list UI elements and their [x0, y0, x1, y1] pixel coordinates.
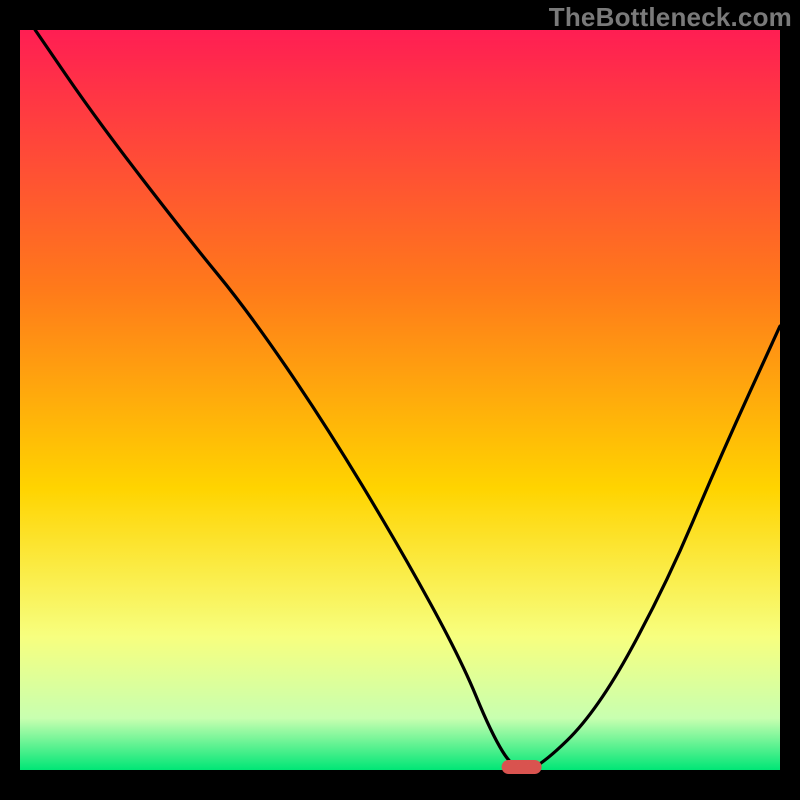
chart-container: { "watermark": "TheBottleneck.com", "cha… — [0, 0, 800, 800]
plot-area — [20, 30, 780, 770]
watermark-text: TheBottleneck.com — [549, 2, 792, 33]
bottleneck-chart — [0, 0, 800, 800]
optimal-marker — [502, 760, 542, 774]
